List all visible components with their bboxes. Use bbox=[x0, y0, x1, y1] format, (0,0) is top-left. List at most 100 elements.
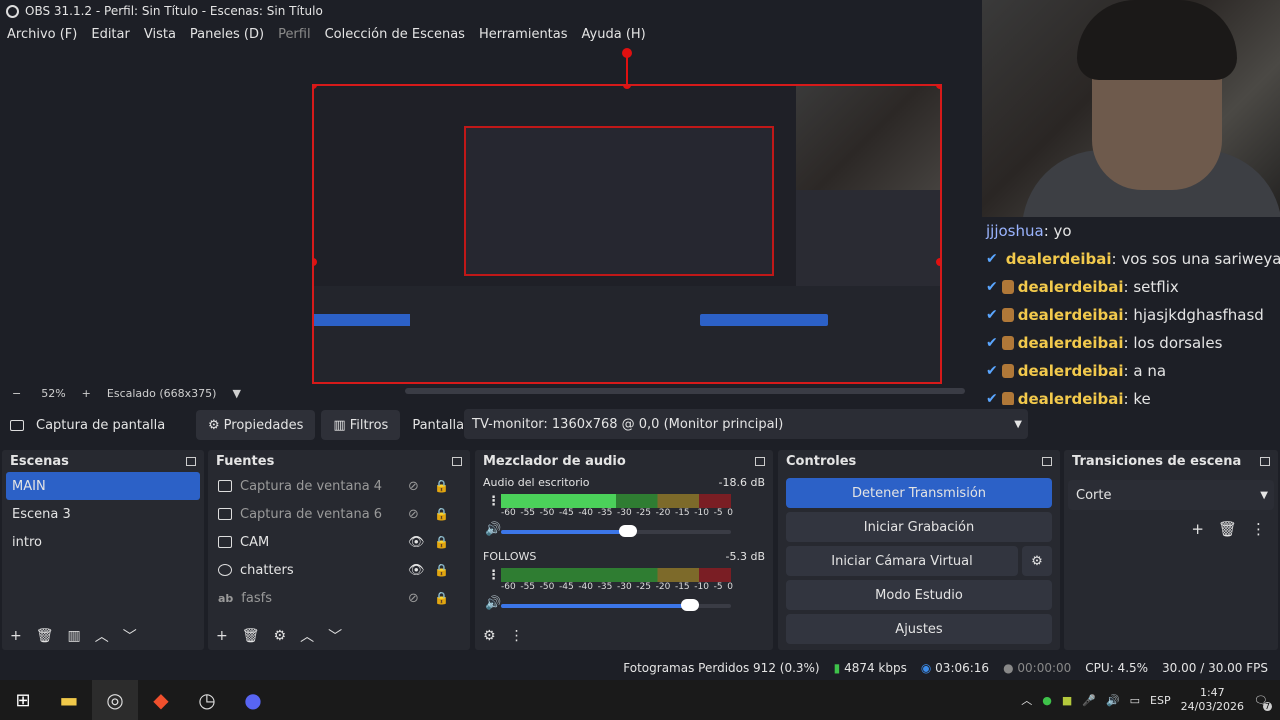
tray-app-icon[interactable]: ■ bbox=[1062, 694, 1072, 707]
arrow-down-icon[interactable]: ﹀ bbox=[123, 626, 137, 646]
menu-profile[interactable]: Perfil bbox=[278, 27, 311, 42]
settings-button[interactable]: Ajustes bbox=[786, 614, 1052, 644]
filters-button[interactable]: ▥ Filtros bbox=[321, 410, 401, 440]
meter-tick-label: -45 bbox=[558, 508, 574, 518]
arrow-up-icon[interactable]: ︿ bbox=[95, 626, 109, 646]
volume-icon[interactable]: 🔊 bbox=[1106, 694, 1120, 707]
lock-icon[interactable]: 🔒 bbox=[434, 591, 449, 605]
start-recording-button[interactable]: Iniciar Grabación bbox=[786, 512, 1052, 542]
gear-icon[interactable]: ⚙ bbox=[483, 628, 496, 644]
slider-knob[interactable] bbox=[680, 599, 699, 611]
tray-app-icon[interactable]: ● bbox=[1042, 694, 1052, 707]
menu-help[interactable]: Ayuda (H) bbox=[582, 27, 646, 42]
resize-handle-right[interactable] bbox=[936, 258, 940, 266]
speaker-icon[interactable]: 🔊 bbox=[485, 522, 501, 537]
brave-browser-icon[interactable]: ◆ bbox=[138, 680, 184, 720]
language-indicator[interactable]: ESP bbox=[1150, 694, 1171, 707]
source-item[interactable]: Captura de ventana 6 ⊘ 🔒 bbox=[208, 500, 470, 528]
meter-tick-label: -15 bbox=[674, 508, 690, 518]
preview-canvas[interactable] bbox=[312, 84, 942, 384]
scene-item[interactable]: MAIN bbox=[6, 472, 200, 500]
microphone-icon[interactable]: 🎤 bbox=[1082, 694, 1096, 707]
menu-tools[interactable]: Herramientas bbox=[479, 27, 568, 42]
speaker-icon[interactable]: 🔊 bbox=[485, 596, 501, 611]
volume-slider[interactable] bbox=[501, 599, 731, 611]
window-icon bbox=[218, 508, 232, 520]
menu-edit[interactable]: Editar bbox=[91, 27, 130, 42]
mod-badge-icon: ✔ bbox=[986, 307, 998, 323]
undock-icon[interactable] bbox=[1042, 456, 1052, 466]
source-item[interactable]: CAM 👁 🔒 bbox=[208, 528, 470, 556]
resize-handle-tr[interactable] bbox=[936, 86, 940, 89]
undock-icon[interactable] bbox=[186, 456, 196, 466]
meter-ticks: -60 -55 -50 -45 -40 -35 -30 -25 -20 -15 -10 -5 0 bbox=[501, 508, 733, 518]
studio-mode-button[interactable]: Modo Estudio bbox=[786, 580, 1052, 610]
display-select[interactable]: TV-monitor: 1360x768 @ 0,0 (Monitor prin… bbox=[464, 409, 1028, 439]
lock-icon[interactable]: 🔒 bbox=[434, 535, 449, 549]
undock-icon[interactable] bbox=[1260, 456, 1270, 466]
menu-view[interactable]: Vista bbox=[144, 27, 176, 42]
lock-icon[interactable]: 🔒 bbox=[434, 507, 449, 521]
webcam-feed bbox=[982, 0, 1280, 217]
trash-icon[interactable]: 🗑 bbox=[242, 628, 260, 644]
network-icon[interactable]: ▭ bbox=[1130, 694, 1140, 707]
eye-hidden-icon[interactable]: ⊘ bbox=[408, 507, 419, 522]
gear-icon[interactable]: ⚙ bbox=[274, 628, 287, 644]
eye-icon[interactable]: 👁 bbox=[408, 535, 425, 550]
zoom-in-button[interactable]: + bbox=[82, 387, 91, 400]
mixer-title: Mezclador de audio bbox=[483, 453, 626, 469]
add-icon[interactable]: + bbox=[1191, 520, 1204, 538]
properties-button[interactable]: ⚙ Propiedades bbox=[196, 410, 316, 440]
lock-icon[interactable]: 🔒 bbox=[434, 563, 449, 577]
clock[interactable]: 1:47 24/03/2026 bbox=[1181, 686, 1244, 714]
trash-icon[interactable]: 🗑 bbox=[36, 628, 54, 644]
emote-icon bbox=[1001, 308, 1014, 322]
source-item[interactable]: Captura de ventana 4 ⊘ 🔒 bbox=[208, 472, 470, 500]
add-icon[interactable]: + bbox=[10, 628, 22, 644]
menu-docks[interactable]: Paneles (D) bbox=[190, 27, 264, 42]
menu-file[interactable]: Archivo (F) bbox=[7, 27, 77, 42]
clock-app-icon[interactable]: ◷ bbox=[184, 680, 230, 720]
scaling-dropdown-icon[interactable]: ▼ bbox=[232, 387, 240, 400]
source-item[interactable]: ab fasfs ⊘ 🔒 bbox=[208, 584, 470, 612]
lock-icon[interactable]: 🔒 bbox=[434, 479, 449, 493]
file-explorer-icon[interactable]: ▬ bbox=[46, 680, 92, 720]
tray-chevron-up-icon[interactable]: ︿ bbox=[1021, 692, 1032, 708]
stream-time: ◉ 03:06:16 bbox=[920, 661, 990, 675]
preview-scrollbar[interactable] bbox=[405, 388, 965, 394]
obs-taskbar-icon[interactable]: ◎ bbox=[92, 680, 138, 720]
filter-icon[interactable]: ▥ bbox=[68, 628, 81, 644]
source-item[interactable]: chatters 👁 🔒 bbox=[208, 556, 470, 584]
scene-item[interactable]: intro bbox=[2, 528, 204, 556]
nested-scene-selected bbox=[314, 314, 410, 326]
more-icon[interactable]: ⋮ bbox=[487, 568, 500, 583]
eye-hidden-icon[interactable]: ⊘ bbox=[408, 591, 419, 606]
arrow-up-icon[interactable]: ︿ bbox=[300, 626, 314, 646]
scene-item[interactable]: Escena 3 bbox=[2, 500, 204, 528]
slider-knob[interactable] bbox=[618, 525, 637, 537]
more-icon[interactable]: ⋮ bbox=[510, 628, 524, 644]
stop-stream-button[interactable]: Detener Transmisión bbox=[786, 478, 1052, 508]
windows-start-icon[interactable]: ⊞ bbox=[0, 680, 46, 720]
notifications-icon[interactable]: 🗨 7 bbox=[1254, 694, 1272, 711]
more-icon[interactable]: ⋮ bbox=[487, 494, 500, 509]
undock-icon[interactable] bbox=[755, 456, 765, 466]
taskbar: ⊞ ▬ ◎ ◆ ◷ ● ︿ ● ■ 🎤 🔊 ▭ ESP 1:47 24/03/20… bbox=[0, 680, 1280, 720]
discord-icon[interactable]: ● bbox=[230, 680, 276, 720]
menu-scene-collection[interactable]: Colección de Escenas bbox=[325, 27, 465, 42]
audio-mixer-dock: Mezclador de audio Audio del escritorio -… bbox=[475, 450, 773, 650]
zoom-out-button[interactable]: − bbox=[12, 387, 21, 400]
rotation-handle[interactable] bbox=[622, 48, 632, 58]
virtual-camera-settings-gear-icon[interactable]: ⚙ bbox=[1022, 546, 1052, 576]
transition-select[interactable]: Corte ▼ bbox=[1068, 480, 1274, 510]
virtual-camera-button[interactable]: Iniciar Cámara Virtual bbox=[786, 546, 1018, 576]
trash-icon[interactable]: 🗑 bbox=[1218, 520, 1237, 538]
undock-icon[interactable] bbox=[452, 456, 462, 466]
eye-icon[interactable]: 👁 bbox=[408, 563, 425, 578]
volume-slider[interactable] bbox=[501, 525, 731, 537]
arrow-down-icon[interactable]: ﹀ bbox=[328, 626, 342, 646]
meter-tick-label: -45 bbox=[558, 582, 574, 592]
add-icon[interactable]: + bbox=[216, 628, 228, 644]
eye-hidden-icon[interactable]: ⊘ bbox=[408, 479, 419, 494]
more-icon[interactable]: ⋮ bbox=[1251, 520, 1266, 538]
